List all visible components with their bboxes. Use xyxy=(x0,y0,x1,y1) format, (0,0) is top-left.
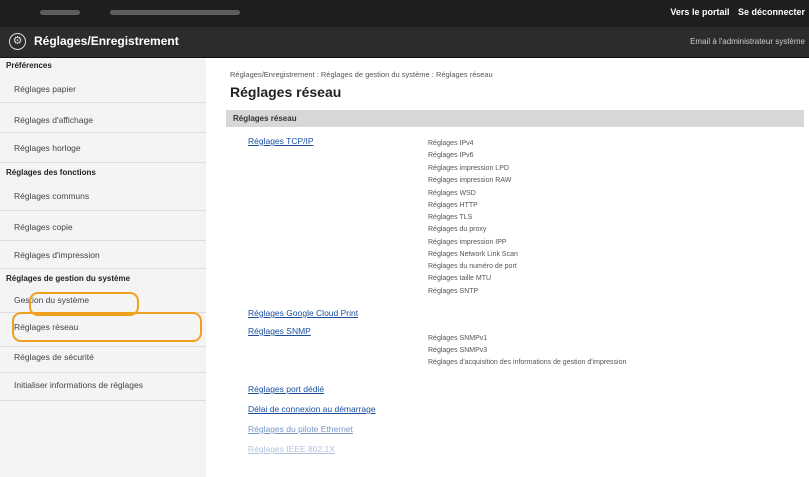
list-item: Réglages du proxy xyxy=(428,226,487,233)
list-item: Réglages d'acquisition des informations … xyxy=(428,359,627,366)
highlight-snmp-link xyxy=(29,292,139,316)
highlight-network-sidebar xyxy=(12,312,202,342)
section-title: Réglages réseau xyxy=(233,114,297,123)
sidebar-item-security[interactable]: Réglages de sécurité xyxy=(14,352,94,362)
sidebar-group-title: Réglages de gestion du système xyxy=(6,274,131,283)
title-bar: ⚙ Réglages/Enregistrement Email à l'admi… xyxy=(0,27,809,58)
link-startup-wait[interactable]: Délai de connexion au démarrage xyxy=(248,404,376,414)
list-item: Réglages SNTP xyxy=(428,288,479,295)
app-title: Réglages/Enregistrement xyxy=(34,34,179,48)
list-item: Réglages IPv4 xyxy=(428,140,474,147)
list-item: Réglages SNMPv3 xyxy=(428,347,488,354)
link-dedicated-port[interactable]: Réglages port dédié xyxy=(248,384,324,394)
list-item: Réglages impression RAW xyxy=(428,177,512,184)
list-item: Réglages HTTP xyxy=(428,202,478,209)
list-item: Réglages SNMPv1 xyxy=(428,335,488,342)
link-ethernet-driver[interactable]: Réglages du pilote Ethernet xyxy=(248,424,353,434)
sidebar-item-common[interactable]: Réglages communs xyxy=(14,191,89,201)
link-google-cloud-print[interactable]: Réglages Google Cloud Print xyxy=(248,308,358,318)
list-item: Réglages WSD xyxy=(428,190,476,197)
blurred-text xyxy=(110,10,240,15)
list-item: Réglages Network Link Scan xyxy=(428,251,518,258)
breadcrumb: Réglages/Enregistrement : Réglages de ge… xyxy=(230,70,493,79)
settings-logo-icon: ⚙ xyxy=(9,33,26,50)
sidebar-item-display[interactable]: Réglages d'affichage xyxy=(14,115,93,125)
top-links: Vers le portail Se déconnecter xyxy=(664,7,805,17)
list-item: Réglages IPv6 xyxy=(428,152,474,159)
section-header: Réglages réseau xyxy=(226,110,804,127)
top-bar: Vers le portail Se déconnecter xyxy=(0,0,809,27)
sidebar-item-paper[interactable]: Réglages papier xyxy=(14,84,76,94)
sidebar-item-print[interactable]: Réglages d'impression xyxy=(14,250,100,260)
email-admin-link[interactable]: Email à l'administrateur système xyxy=(690,37,805,46)
sidebar-group-title: Préférences xyxy=(6,61,52,70)
list-item: Réglages du numéro de port xyxy=(428,263,517,270)
sidebar-group-title: Réglages des fonctions xyxy=(6,168,96,177)
portal-link[interactable]: Vers le portail xyxy=(670,7,729,17)
link-snmp[interactable]: Réglages SNMP xyxy=(248,326,311,336)
page-title: Réglages réseau xyxy=(230,84,342,100)
main-content: Réglages/Enregistrement : Réglages de ge… xyxy=(206,58,809,477)
list-item: Réglages impression IPP xyxy=(428,239,507,246)
list-item: Réglages TLS xyxy=(428,214,473,221)
sidebar: Préférences Réglages papier Réglages d'a… xyxy=(0,58,207,477)
sidebar-item-copy[interactable]: Réglages copie xyxy=(14,222,73,232)
link-tcpip[interactable]: Réglages TCP/IP xyxy=(248,136,314,146)
link-ieee8021x[interactable]: Réglages IEEE 802.1X xyxy=(248,444,335,454)
list-item: Réglages taille MTU xyxy=(428,275,492,282)
sidebar-item-clock[interactable]: Réglages horloge xyxy=(14,143,81,153)
sidebar-item-initialize[interactable]: Initialiser informations de réglages xyxy=(14,380,143,390)
blurred-text xyxy=(40,10,80,15)
list-item: Réglages impression LPD xyxy=(428,165,509,172)
logout-link[interactable]: Se déconnecter xyxy=(738,7,805,17)
